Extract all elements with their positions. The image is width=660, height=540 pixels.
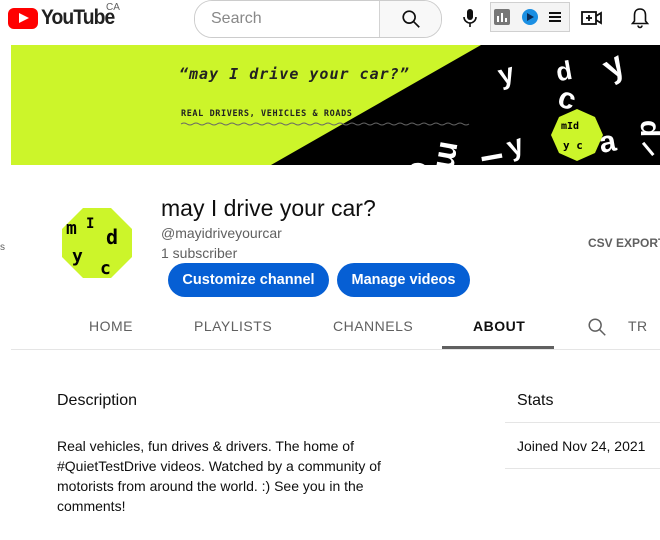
manage-videos-button[interactable]: Manage videos bbox=[337, 263, 470, 297]
notifications-button[interactable] bbox=[628, 6, 652, 30]
microphone-icon bbox=[463, 9, 477, 27]
svg-text:d: d bbox=[635, 120, 660, 137]
search-input[interactable] bbox=[195, 1, 378, 37]
svg-text:m: m bbox=[66, 218, 77, 239]
tab-about[interactable]: ABOUT bbox=[473, 318, 525, 334]
csv-export-button[interactable]: CSV EXPORT bbox=[588, 236, 660, 250]
extension-toolbar bbox=[490, 2, 570, 32]
svg-text:mId: mId bbox=[561, 121, 579, 132]
svg-text:y c: y c bbox=[563, 139, 583, 152]
tabs-divider bbox=[11, 349, 660, 350]
description-heading: Description bbox=[57, 392, 138, 409]
youtube-logo[interactable]: YouTube bbox=[8, 4, 121, 32]
channel-description: Real vehicles, fun drives & drivers. The… bbox=[57, 438, 381, 514]
search-box bbox=[194, 0, 442, 38]
create-button[interactable] bbox=[580, 6, 604, 30]
tab-channels[interactable]: CHANNELS bbox=[333, 318, 413, 334]
channel-name: may I drive your car? bbox=[161, 195, 376, 221]
channel-search-icon[interactable] bbox=[586, 316, 608, 338]
tab-playlists[interactable]: PLAYLISTS bbox=[194, 318, 272, 334]
channel-banner: y c y m I y d a d p l mId y c “may I dri… bbox=[11, 45, 660, 165]
stats-heading: Stats bbox=[517, 392, 554, 409]
youtube-play-icon bbox=[8, 7, 38, 29]
media-extension-icon[interactable] bbox=[521, 8, 539, 26]
search-icon bbox=[402, 10, 420, 28]
customize-channel-button[interactable]: Customize channel bbox=[168, 263, 329, 297]
joined-date: Joined Nov 24, 2021 bbox=[517, 438, 646, 454]
banner-title: “may I drive your car?” bbox=[179, 65, 410, 83]
banner-artwork: y c y m I y d a d p l mId y c bbox=[180, 45, 660, 165]
left-edge-text: s bbox=[0, 242, 5, 253]
banner-subtitle: REAL DRIVERS, VEHICLES & ROADS bbox=[181, 109, 353, 119]
svg-text:c: c bbox=[100, 258, 111, 279]
country-code: CA bbox=[106, 2, 120, 13]
svg-text:d: d bbox=[106, 225, 118, 249]
stats-divider-bottom bbox=[505, 468, 660, 469]
create-video-icon bbox=[581, 11, 602, 25]
voice-search-button[interactable] bbox=[458, 6, 482, 30]
tab-partial[interactable]: TR bbox=[628, 318, 648, 334]
bell-icon bbox=[630, 8, 650, 29]
search-button[interactable] bbox=[379, 1, 441, 37]
tab-home[interactable]: HOME bbox=[89, 318, 133, 334]
svg-text:I: I bbox=[86, 216, 94, 232]
channel-handle: @mayidriveyourcar bbox=[161, 225, 282, 241]
stats-divider-top bbox=[505, 422, 660, 423]
youtube-wordmark: YouTube bbox=[41, 6, 115, 29]
menu-icon[interactable] bbox=[547, 9, 563, 25]
svg-text:y: y bbox=[72, 246, 83, 267]
subscriber-count: 1 subscriber bbox=[161, 245, 238, 261]
analytics-extension-icon[interactable] bbox=[493, 8, 511, 26]
channel-avatar[interactable]: m I d y c bbox=[60, 206, 134, 280]
